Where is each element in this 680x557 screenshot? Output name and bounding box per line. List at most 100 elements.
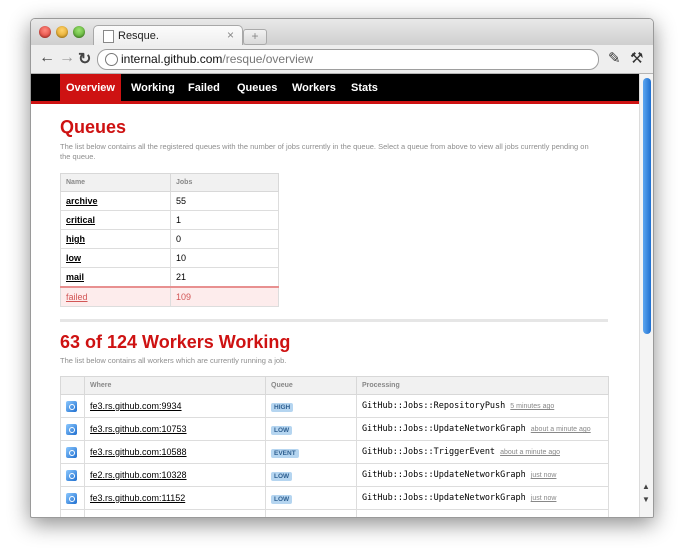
worker-link[interactable]: fe3.rs.github.com:10753	[90, 424, 187, 434]
job-time[interactable]: just now	[531, 472, 557, 479]
worker-where-cell	[84, 509, 266, 517]
queue-jobs-cell: 109	[170, 286, 279, 307]
table-row-failed: failed 109	[60, 286, 279, 307]
worker-processing-cell: GitHub::Jobs::RepositoryPush 5 minutes ag…	[356, 394, 609, 418]
column-header-where: Where	[84, 376, 266, 395]
worker-where-cell: fe3.rs.github.com:10753	[84, 417, 266, 441]
table-row	[60, 509, 609, 517]
worker-status-cell	[60, 417, 85, 441]
scroll-up-arrow-icon[interactable]: ▲	[642, 482, 650, 491]
working-icon	[66, 446, 77, 458]
browser-window: Resque. × + ← → ↻ internal.github.com/re…	[30, 18, 654, 518]
queue-name-cell: archive	[60, 191, 171, 211]
wrench-icon[interactable]: ⚒	[630, 49, 643, 67]
worker-where-cell: fe3.rs.github.com:11152	[84, 486, 266, 510]
nav-working[interactable]: Working	[125, 74, 181, 101]
section-divider	[60, 319, 608, 322]
queue-link-archive[interactable]: archive	[66, 196, 98, 206]
browser-tab[interactable]: Resque. ×	[93, 25, 243, 47]
close-window-button[interactable]	[39, 26, 51, 38]
nav-stats[interactable]: Stats	[345, 74, 384, 101]
queues-table: Name Jobs archive 55 critical 1 high 0 l…	[60, 173, 279, 307]
tab-close-icon[interactable]: ×	[227, 28, 234, 42]
worker-status-cell	[60, 463, 85, 487]
worker-link[interactable]: fe3.rs.github.com:9934	[90, 401, 182, 411]
job-time[interactable]: about a minute ago	[500, 449, 560, 456]
worker-queue-cell: EVENT	[265, 440, 357, 464]
vertical-scrollbar[interactable]: ▲ ▼	[639, 74, 653, 517]
address-bar[interactable]: internal.github.com/resque/overview	[97, 49, 599, 70]
job-class: GitHub::Jobs::UpdateNetworkGraph	[362, 424, 526, 434]
working-icon	[66, 492, 77, 504]
job-time[interactable]: 5 minutes ago	[510, 403, 554, 410]
queue-link-high[interactable]: high	[66, 234, 85, 244]
queue-jobs-cell: 21	[170, 267, 279, 288]
worker-processing-cell: GitHub::Jobs::UpdateNetworkGraph just now	[356, 463, 609, 487]
column-header-name: Name	[60, 173, 171, 192]
workers-description: The list below contains all workers whic…	[60, 356, 287, 365]
reload-icon[interactable]: ↻	[78, 49, 91, 69]
nav-workers[interactable]: Workers	[286, 74, 342, 101]
job-class: GitHub::Jobs::RepositoryPush	[362, 401, 506, 411]
page-menu-icon[interactable]: ✎	[608, 49, 621, 67]
queue-jobs-cell: 0	[170, 229, 279, 249]
queue-link-failed[interactable]: failed	[66, 292, 88, 302]
worker-link[interactable]: fe3.rs.github.com:10588	[90, 447, 187, 457]
job-time[interactable]: about a minute ago	[531, 426, 591, 433]
worker-link[interactable]: fe3.rs.github.com:11152	[90, 493, 185, 503]
nav-failed[interactable]: Failed	[182, 74, 226, 101]
queue-link-critical[interactable]: critical	[66, 215, 95, 225]
workers-table: Where Queue Processing fe3.rs.github.com…	[60, 376, 609, 517]
tab-title: Resque.	[118, 30, 159, 42]
worker-link[interactable]: fe2.rs.github.com:10328	[90, 470, 187, 480]
worker-where-cell: fe3.rs.github.com:10588	[84, 440, 266, 464]
queue-link-low[interactable]: low	[66, 253, 81, 263]
job-class: GitHub::Jobs::TriggerEvent	[362, 447, 496, 457]
queue-badge[interactable]: EVENT	[271, 448, 299, 458]
working-icon	[66, 469, 77, 481]
maximize-window-button[interactable]	[73, 26, 85, 38]
queue-name-cell: mail	[60, 267, 171, 288]
workers-title: 63 of 124 Workers Working	[60, 332, 291, 352]
browser-toolbar: ← → ↻ internal.github.com/resque/overvie…	[31, 45, 653, 74]
worker-queue-cell: HIGH	[265, 394, 357, 418]
queue-link-mail[interactable]: mail	[66, 272, 84, 282]
queue-badge[interactable]: LOW	[271, 471, 293, 481]
queue-badge[interactable]: HIGH	[271, 402, 294, 412]
worker-status-cell	[60, 509, 85, 517]
page-content: Overview Working Failed Queues Workers S…	[31, 74, 639, 517]
job-class: GitHub::Jobs::UpdateNetworkGraph	[362, 470, 526, 480]
table-row: fe3.rs.github.com:10588 EVENT GitHub::Jo…	[60, 440, 609, 464]
worker-queue-cell	[265, 509, 357, 517]
scrollbar-thumb[interactable]	[643, 78, 651, 334]
queue-name-cell: critical	[60, 210, 171, 230]
scroll-down-arrow-icon[interactable]: ▼	[642, 495, 650, 504]
queue-name-cell: failed	[60, 286, 171, 307]
table-row: fe3.rs.github.com:10753 LOW GitHub::Jobs…	[60, 417, 609, 441]
column-header-jobs: Jobs	[170, 173, 279, 192]
queue-badge[interactable]: LOW	[271, 494, 293, 504]
worker-queue-cell: LOW	[265, 417, 357, 441]
table-row: mail 21	[60, 267, 279, 288]
column-header-processing: Processing	[356, 376, 609, 395]
forward-icon[interactable]: →	[59, 49, 75, 67]
table-row: fe3.rs.github.com:11152 LOW GitHub::Jobs…	[60, 486, 609, 510]
workers-table-header: Where Queue Processing	[60, 376, 609, 395]
url-host: internal.github.com	[121, 52, 223, 66]
page-icon	[103, 30, 114, 43]
nav-overview[interactable]: Overview	[60, 74, 121, 101]
worker-queue-cell: LOW	[265, 486, 357, 510]
job-time[interactable]: just now	[531, 495, 557, 502]
nav-queues[interactable]: Queues	[231, 74, 283, 101]
queue-name-cell: low	[60, 248, 171, 268]
url-text: internal.github.com/resque/overview	[121, 52, 313, 66]
table-row: low 10	[60, 248, 279, 268]
back-icon[interactable]: ←	[39, 49, 55, 67]
url-path: /resque/overview	[222, 52, 314, 66]
minimize-window-button[interactable]	[56, 26, 68, 38]
globe-icon	[105, 53, 118, 66]
queues-description: The list below contains all the register…	[60, 142, 589, 161]
queue-badge[interactable]: LOW	[271, 425, 293, 435]
new-tab-button[interactable]: +	[243, 29, 267, 45]
table-row: archive 55	[60, 191, 279, 211]
